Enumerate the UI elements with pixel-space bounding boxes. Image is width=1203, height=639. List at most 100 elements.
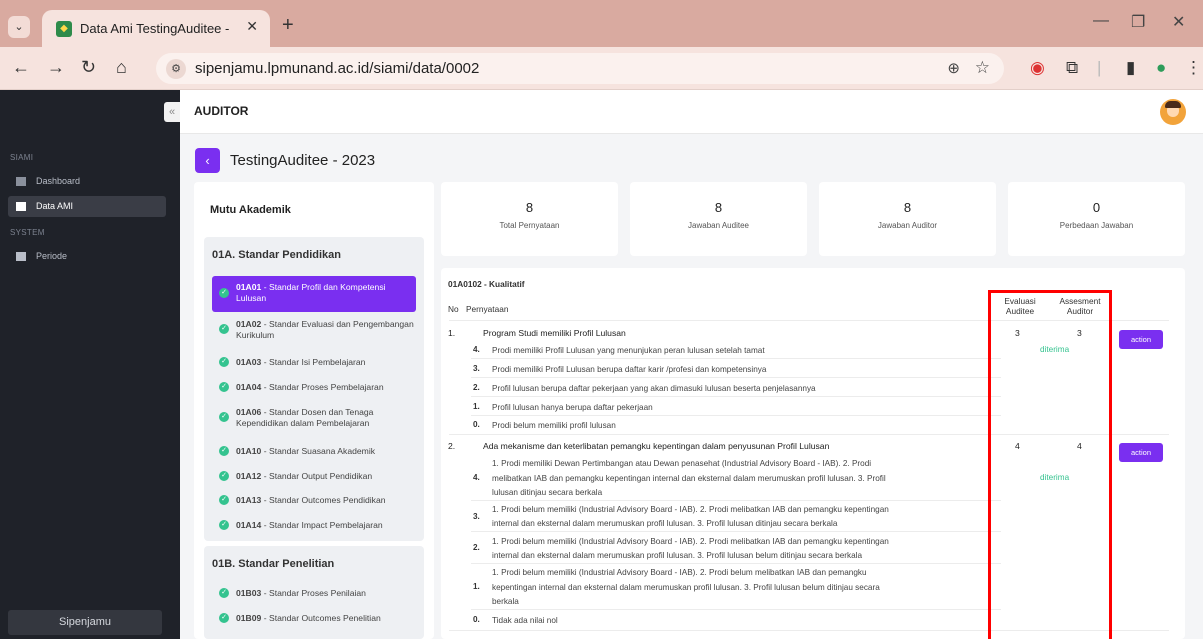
sidebar-item-data-ami[interactable]: Data AMI xyxy=(8,196,166,217)
standard-item-01a06[interactable]: ✓ 01A06 - Standar Dosen dan Tenaga Kepen… xyxy=(212,407,416,429)
standard-item-01a02[interactable]: ✓ 01A02 - Standar Evaluasi dan Pengemban… xyxy=(212,319,416,341)
side-panel-icon[interactable]: ▮ xyxy=(1126,58,1135,78)
standard-item-01b03[interactable]: ✓ 01B03 - Standar Proses Penilaian xyxy=(212,588,416,599)
extension-eye-icon[interactable]: ◉ xyxy=(1030,58,1045,78)
sidebar-item-periode[interactable]: Periode xyxy=(8,246,166,267)
option-number: 3. xyxy=(473,512,480,521)
url-text[interactable]: sipenjamu.lpmunand.ac.id/siami/data/0002 xyxy=(195,60,479,77)
standard-item-01a13[interactable]: ✓ 01A13 - Standar Outcomes Pendidikan xyxy=(212,495,416,506)
minimize-icon[interactable]: — xyxy=(1093,12,1109,30)
option-number: 1. xyxy=(473,402,480,411)
browser-tab[interactable]: ◆ Data Ami TestingAuditee - 2023 ✕ xyxy=(42,10,270,47)
sidebar-item-label: Dashboard xyxy=(36,176,81,186)
option-text-line: melibatkan IAB dan pemangku kepentingan … xyxy=(492,474,886,483)
question-number: 2. xyxy=(448,441,456,451)
check-icon: ✓ xyxy=(219,471,229,481)
action-button[interactable]: action xyxy=(1119,330,1163,349)
sidebar-item-dashboard[interactable]: Dashboard xyxy=(8,171,166,192)
new-tab-plus-icon[interactable]: + xyxy=(282,14,294,37)
window-close-icon[interactable]: ✕ xyxy=(1172,12,1185,32)
standard-item-01a03[interactable]: ✓ 01A03 - Standar Isi Pembelajaran xyxy=(212,357,416,368)
browser-tab-strip: ⌄ ◆ Data Ami TestingAuditee - 2023 ✕ + —… xyxy=(0,0,1203,47)
page-title: TestingAuditee - 2023 xyxy=(230,152,376,169)
bookmark-star-icon[interactable]: ☆ xyxy=(975,58,990,78)
tab-close-icon[interactable]: ✕ xyxy=(246,18,258,35)
user-avatar[interactable] xyxy=(1160,99,1186,125)
option-divider xyxy=(471,415,1001,416)
option-text: Prodi memiliki Profil Lulusan berupa daf… xyxy=(492,365,767,374)
standard-code: 01A04 xyxy=(236,382,262,392)
standard-code: 01B03 xyxy=(236,588,262,598)
standard-code: 01B09 xyxy=(236,613,262,623)
reload-icon[interactable]: ↻ xyxy=(81,57,96,78)
stat-jawaban-auditee: 8 Jawaban Auditee xyxy=(630,182,807,256)
standard-name: Standar Proses Pembelajaran xyxy=(268,382,384,392)
option-text-line: lulusan ditinjau secara berkala xyxy=(492,488,603,497)
standard-code: 01A10 xyxy=(236,446,262,456)
option-number: 0. xyxy=(473,615,480,624)
option-text-line: kepentingan internal dan eksternal dalam… xyxy=(492,583,880,592)
option-divider xyxy=(471,531,1001,532)
check-icon: ✓ xyxy=(219,613,229,623)
option-text: Tidak ada nilai nol xyxy=(492,616,558,625)
site-info-icon[interactable]: ⚙ xyxy=(166,59,186,79)
option-divider xyxy=(471,377,1001,378)
sidebar-collapse-icon[interactable]: « xyxy=(164,102,180,122)
url-bar[interactable]: ⚙ sipenjamu.lpmunand.ac.id/siami/data/00… xyxy=(156,53,1004,84)
standard-code: 01A12 xyxy=(236,471,262,481)
stat-value: 0 xyxy=(1092,200,1101,215)
stat-perbedaan-jawaban: 0 Perbedaan Jawaban xyxy=(1008,182,1185,256)
option-text: Profil lulusan berupa daftar pekerjaan y… xyxy=(492,384,816,393)
back-arrow-icon[interactable]: ← xyxy=(12,57,30,78)
top-header: AUDITOR xyxy=(180,90,1203,134)
chart-bars-icon xyxy=(16,202,26,211)
forward-arrow-icon[interactable]: → xyxy=(47,57,65,78)
profile-icon[interactable]: ● xyxy=(1156,58,1166,78)
option-text-line: 1. Prodi belum memiliki (Industrial Advi… xyxy=(492,537,889,546)
option-number: 4. xyxy=(473,345,480,354)
option-text-line: internal dan eksternal dalam merumuskan … xyxy=(492,519,838,528)
stat-value: 8 xyxy=(903,200,912,215)
question-text: Ada mekanisme dan keterlibatan pemangku … xyxy=(483,441,830,451)
standard-item-01a10[interactable]: ✓ 01A10 - Standar Suasana Akademik xyxy=(212,446,416,457)
option-text: Prodi memiliki Profil Lulusan yang menun… xyxy=(492,346,765,355)
option-divider xyxy=(471,563,1001,564)
restore-icon[interactable]: ❐ xyxy=(1131,12,1145,32)
back-button[interactable]: ‹ xyxy=(195,148,220,173)
stat-label: Jawaban Auditor xyxy=(877,221,938,230)
standard-name: Standar Output Pendidikan xyxy=(268,471,373,481)
group-title: 01B. Standar Penelitian xyxy=(212,558,335,570)
check-icon: ✓ xyxy=(219,588,229,598)
standard-item-01a04[interactable]: ✓ 01A04 - Standar Proses Pembelajaran xyxy=(212,382,416,393)
zoom-icon[interactable]: ⊕ xyxy=(947,59,960,77)
option-text-line: 1. Prodi belum memiliki (Industrial Advi… xyxy=(492,568,867,577)
standard-code: 01A14 xyxy=(236,520,262,530)
option-number: 3. xyxy=(473,364,480,373)
stat-label: Total Pernyataan xyxy=(499,221,560,230)
standard-item-01b09[interactable]: ✓ 01B09 - Standar Outcomes Penelitian xyxy=(212,613,416,624)
extensions-puzzle-icon[interactable]: ⧉ xyxy=(1066,58,1078,78)
standard-name: Standar Suasana Akademik xyxy=(268,446,376,456)
action-button[interactable]: action xyxy=(1119,443,1163,462)
home-icon[interactable]: ⌂ xyxy=(116,57,127,78)
check-icon: ✓ xyxy=(219,412,229,422)
browser-menu-icon[interactable]: ⋮ xyxy=(1185,58,1202,78)
check-icon: ✓ xyxy=(219,446,229,456)
standard-item-01a01[interactable]: ✓ 01A01 - Standar Profil dan Kompetensi … xyxy=(212,276,416,312)
option-number: 2. xyxy=(473,383,480,392)
check-icon: ✓ xyxy=(219,324,229,334)
stat-label: Perbedaan Jawaban xyxy=(1059,221,1134,230)
standard-item-01a14[interactable]: ✓ 01A14 - Standar Impact Pembelajaran xyxy=(212,520,416,531)
check-icon: ✓ xyxy=(219,288,229,298)
section-title: 01A0102 - Kualitatif xyxy=(448,279,525,289)
stat-label: Jawaban Auditee xyxy=(688,221,749,230)
option-divider xyxy=(471,500,1001,501)
option-divider xyxy=(471,396,1001,397)
sidebar-section-system: SYSTEM xyxy=(10,228,45,237)
standard-item-01a12[interactable]: ✓ 01A12 - Standar Output Pendidikan xyxy=(212,471,416,482)
sidebar-footer-brand[interactable]: Sipenjamu xyxy=(8,610,162,635)
option-text-line: berkala xyxy=(492,597,519,606)
avatar-hair xyxy=(1165,101,1181,108)
tab-search-chevron-icon[interactable]: ⌄ xyxy=(8,16,30,38)
standard-code: 01A06 xyxy=(236,407,262,417)
